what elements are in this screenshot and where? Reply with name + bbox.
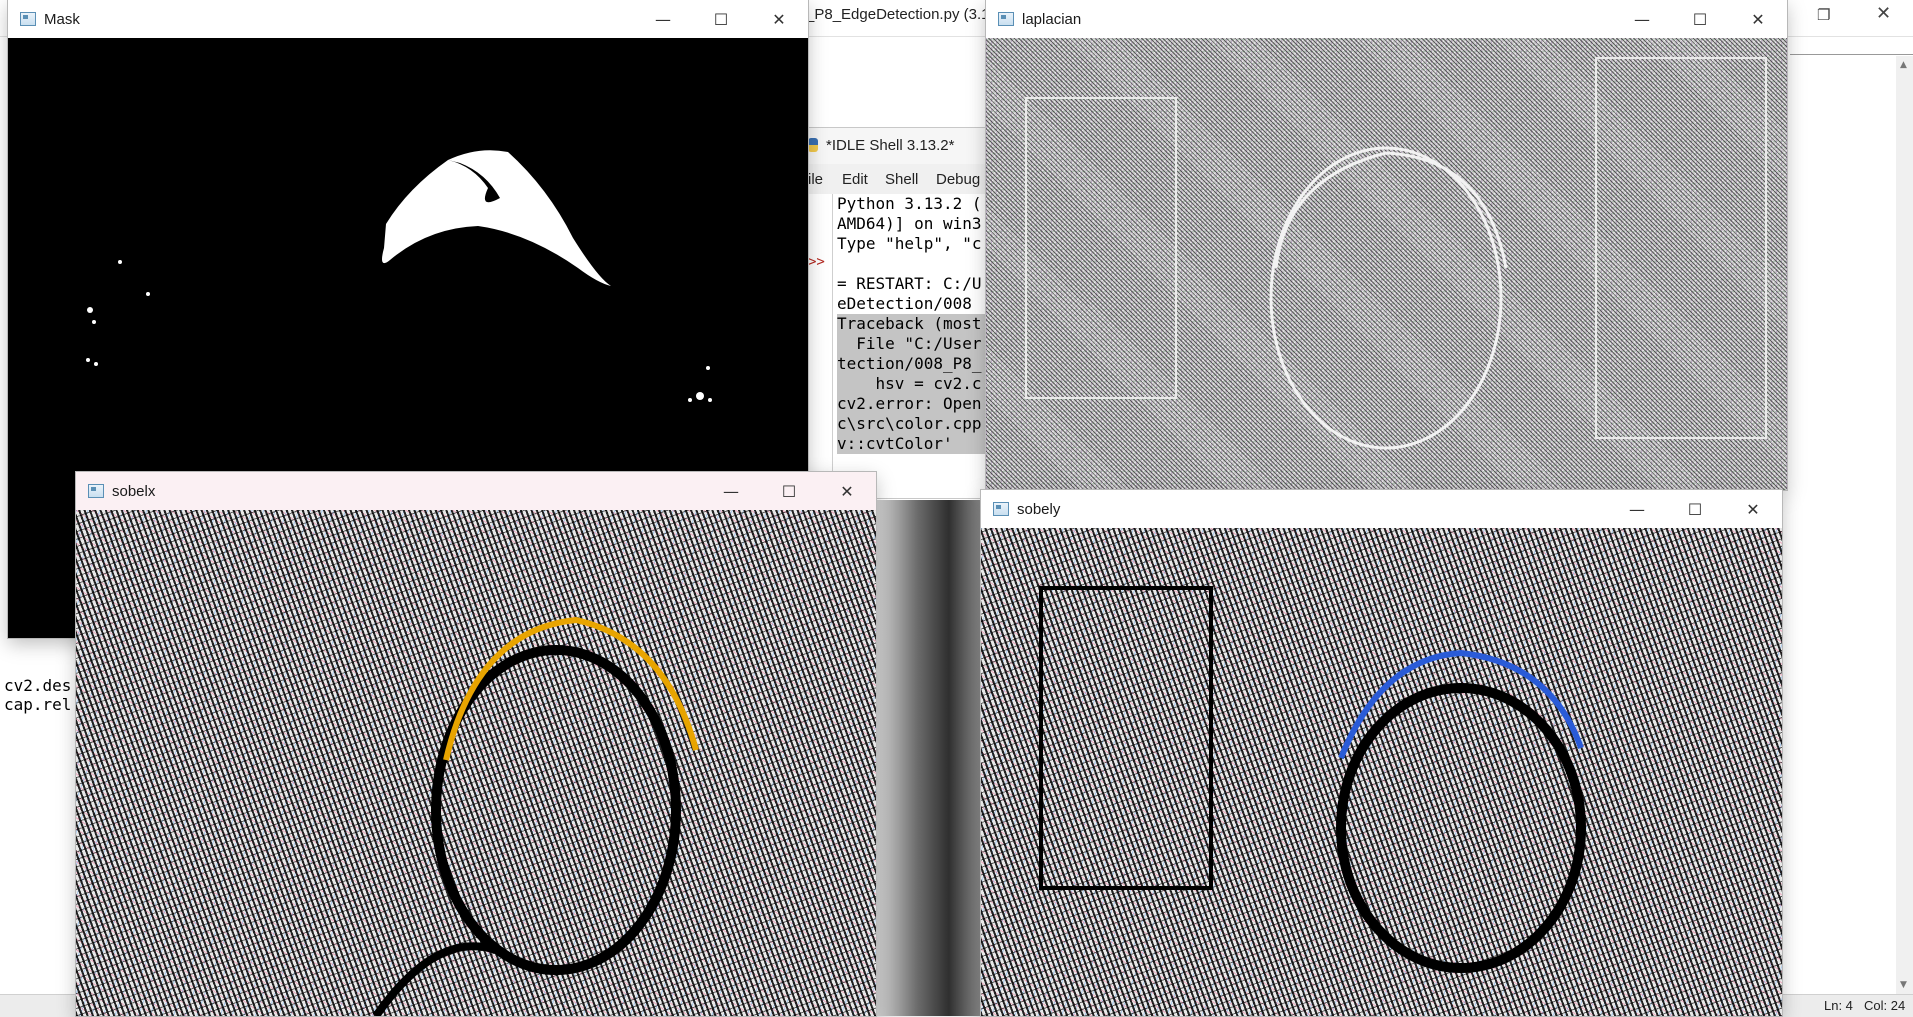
mask-blob (382, 150, 611, 286)
minimize-icon[interactable]: — (1613, 0, 1671, 38)
maximize-icon[interactable]: ☐ (1666, 490, 1724, 528)
shell-line-error: c\src\color.cpp (837, 414, 1008, 434)
code-line: cv2.des (4, 676, 72, 695)
cap-outline (1338, 649, 1584, 760)
mask-speck (708, 398, 712, 402)
shelf-outline (1025, 97, 1177, 399)
close-icon[interactable]: ✕ (1876, 3, 1891, 24)
door-outline (1595, 57, 1767, 439)
mask-speck (688, 398, 692, 402)
shell-line: = RESTART: C:/U (837, 274, 982, 293)
menu-edit[interactable]: Edit (842, 171, 868, 188)
editor-scrollbar[interactable]: ▲ ▼ (1896, 56, 1913, 994)
mask-speck (118, 260, 122, 264)
shell-line: eDetection/008 (837, 294, 972, 313)
close-icon[interactable]: ✕ (1729, 0, 1787, 38)
mask-speck (696, 392, 704, 400)
minimize-icon[interactable]: — (634, 0, 692, 38)
maximize-icon[interactable]: ☐ (760, 472, 818, 510)
laplacian-title: laplacian (1022, 10, 1082, 28)
sobelx-title: sobelx (112, 482, 156, 500)
sobely-titlebar[interactable]: sobely — ☐ ✕ (981, 490, 1782, 528)
mask-speck (92, 320, 96, 324)
shell-line-error: File "C:/User (837, 334, 1008, 354)
laplacian-window: laplacian — ☐ ✕ (986, 0, 1787, 490)
shoulder-outline (372, 942, 498, 1016)
shell-line: Python 3.13.2 ( (837, 194, 982, 213)
sobelx-edges (372, 616, 699, 1016)
maximize-icon[interactable]: ☐ (692, 0, 750, 38)
status-line: Ln: 4 (1824, 998, 1853, 1013)
python-icon (808, 138, 818, 152)
scroll-up-icon[interactable]: ▲ (1900, 60, 1907, 70)
laplacian-image (986, 38, 1787, 490)
editor-code: cv2.des cap.rel (4, 676, 71, 714)
minimize-icon[interactable]: — (1608, 490, 1666, 528)
idle-title: *IDLE Shell 3.13.2* (826, 137, 955, 154)
laplacian-titlebar[interactable]: laplacian — ☐ ✕ (986, 0, 1787, 38)
sobelx-image (76, 510, 876, 1016)
sobely-title: sobely (1017, 500, 1061, 518)
sobelx-titlebar[interactable]: sobelx — ☐ ✕ (76, 472, 876, 510)
shell-line-error: Traceback (most (837, 314, 1008, 334)
shell-line: Type "help", "c (837, 234, 982, 253)
restore-icon[interactable]: ❐ (1817, 6, 1830, 24)
window-app-icon (20, 12, 36, 26)
background-video-sliver (876, 500, 980, 1016)
close-icon[interactable]: ✕ (750, 0, 808, 38)
shell-line-error: cv2.error: Open (837, 394, 1008, 414)
idle-shell-window: *IDLE Shell 3.13.2* ile Edit Shell Debug… (808, 128, 1008, 498)
menu-debug[interactable]: Debug (936, 171, 980, 188)
menu-file[interactable]: ile (808, 171, 823, 188)
face-outline (1336, 683, 1586, 973)
editor-tabline (1790, 54, 1913, 55)
sobelx-window: sobelx — ☐ ✕ (76, 472, 876, 1016)
cap-outline (1274, 151, 1508, 269)
idle-titlebar: *IDLE Shell 3.13.2* (808, 128, 1008, 164)
idle-menubar: ile Edit Shell Debug (808, 164, 1008, 194)
face-outline (1269, 146, 1503, 450)
sobely-image (981, 528, 1782, 1016)
idle-prompt: >> (808, 254, 825, 270)
shell-line-error: hsv = cv2.c (837, 374, 1008, 394)
laplacian-edges (1025, 57, 1767, 450)
status-col: Col: 24 (1864, 998, 1906, 1013)
scroll-down-icon[interactable]: ▼ (1900, 980, 1907, 990)
shell-line: AMD64)] on win3 (837, 214, 982, 233)
face-outline (431, 645, 681, 975)
mask-speck (86, 358, 90, 362)
close-icon[interactable]: ✕ (818, 472, 876, 510)
idle-output[interactable]: Python 3.13.2 ( AMD64)] on win3 Type "he… (832, 194, 1008, 494)
shell-line-error: tection/008_P8_ (837, 354, 1008, 374)
sobely-edges (1039, 586, 1586, 973)
maximize-icon[interactable]: ☐ (1671, 0, 1729, 38)
menu-shell[interactable]: Shell (885, 171, 918, 188)
mask-speck (94, 362, 98, 366)
mask-speck (706, 366, 710, 370)
sobely-window: sobely — ☐ ✕ (981, 490, 1782, 1016)
code-line: cap.rel (4, 695, 72, 714)
window-app-icon (993, 502, 1009, 516)
mask-speck (146, 292, 150, 296)
mask-title: Mask (44, 10, 80, 28)
editor-title: _P8_EdgeDetection.py (3.13 (806, 6, 998, 23)
shell-line-error: v::cvtColor' (837, 434, 1008, 454)
window-app-icon (88, 484, 104, 498)
shelf-outline (1039, 586, 1213, 890)
minimize-icon[interactable]: — (702, 472, 760, 510)
window-app-icon (998, 12, 1014, 26)
mask-titlebar[interactable]: Mask — ☐ ✕ (8, 0, 808, 38)
mask-speck (87, 307, 93, 313)
close-icon[interactable]: ✕ (1724, 490, 1782, 528)
